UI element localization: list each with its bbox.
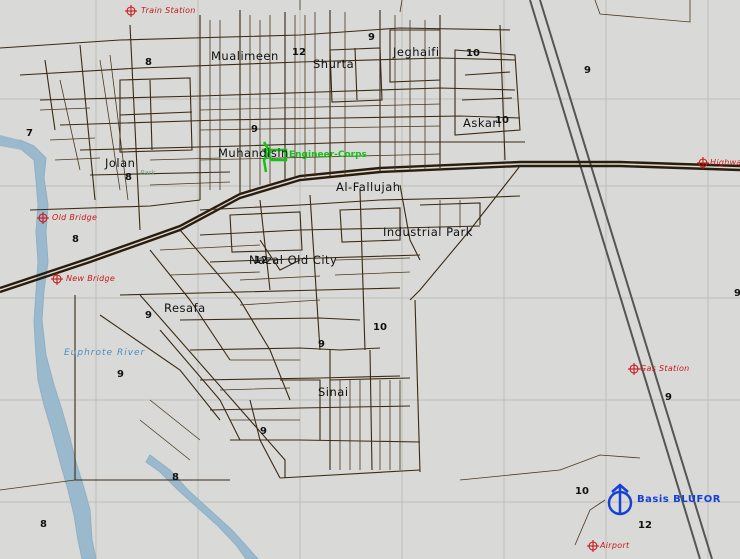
poi-label-airport: Airport [600,541,630,550]
blufor-base-icon [607,483,633,516]
elevation-label: 9 [584,65,591,76]
basis-blufor-label[interactable]: Basis BLUFOR [637,495,721,505]
city-roads [0,10,525,481]
elevation-label: 9 [368,32,375,43]
elevation-label: 8 [172,472,179,483]
elevation-label: 10 [373,322,387,333]
elevation-label: 10 [495,115,509,126]
city-roads-fine [0,0,691,546]
district-label-industrial-park: Industrial Park [383,225,473,239]
elevation-label: 12 [254,255,268,266]
euphrates-river [0,135,259,559]
district-label-mualimeen: Mualimeen [211,49,279,63]
elevation-label: 8 [125,172,132,183]
engineer-corps-label[interactable]: Engineer-Corps [289,151,367,160]
poi-label-highway: Highwa [710,158,740,167]
elevation-label: 9 [734,288,740,299]
elevation-label: 9 [117,369,124,380]
district-label-al-fallujah: Al-Fallujah [336,180,401,194]
elevation-label: 10 [466,48,480,59]
elevation-label: 7 [26,128,33,139]
elevation-label: 12 [292,47,306,58]
elevation-label: 8 [145,57,152,68]
poi-label-new-bridge: New Bridge [66,274,116,283]
railway [529,0,713,559]
district-label-resafa: Resafa [164,301,206,315]
park-label: Park [140,169,156,177]
poi-label-train-station: Train Station [141,6,196,15]
map-view[interactable]: Mualimeen Shurta Jeghaifi Askari Jolan M… [0,0,740,559]
elevation-label: 12 [638,520,652,531]
elevation-label: 9 [260,426,267,437]
district-label-jolan: Jolan [105,156,136,170]
elevation-label: 9 [145,310,152,321]
district-label-sinai: Sinai [318,385,349,399]
elevation-label: 9 [665,392,672,403]
elevation-label: 10 [575,486,589,497]
district-label-jeghaifi: Jeghaifi [393,45,440,59]
poi-markers [37,5,709,552]
elevation-label: 9 [318,339,325,350]
poi-label-old-bridge: Old Bridge [52,213,98,222]
district-label-muhandisin: Muhandisin [218,146,289,160]
river-label: Euphrote River [64,348,146,358]
poi-label-gas-station: Gas Station [640,364,690,373]
elevation-label: 9 [251,124,258,135]
elevation-label: 8 [72,234,79,245]
district-label-shurta: Shurta [313,57,355,71]
elevation-label: 8 [40,519,47,530]
